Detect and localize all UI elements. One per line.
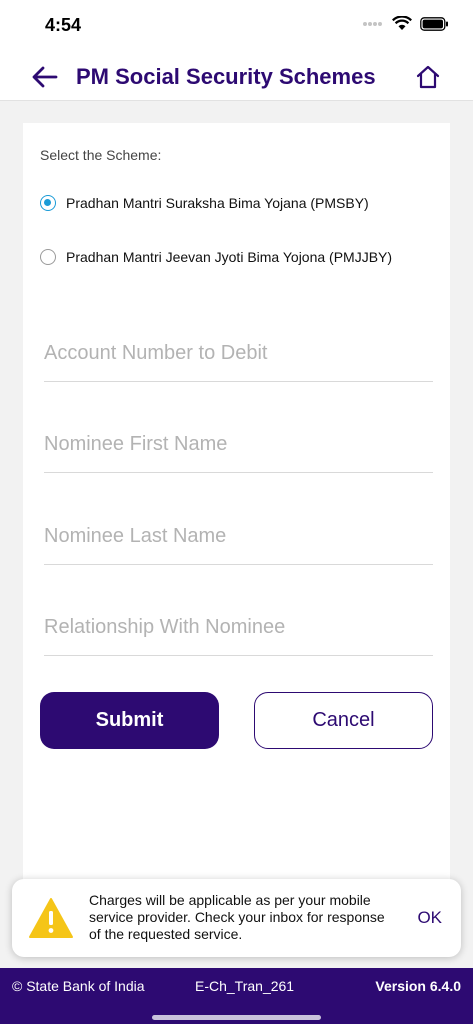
home-icon bbox=[416, 65, 440, 89]
home-indicator bbox=[152, 1015, 321, 1020]
footer-copyright: © State Bank of India bbox=[12, 978, 145, 994]
charges-notice-toast: Charges will be applicable as per your m… bbox=[12, 879, 461, 957]
wifi-icon bbox=[392, 16, 412, 30]
nominee-first-name-input[interactable] bbox=[44, 425, 433, 473]
page-title: PM Social Security Schemes bbox=[76, 64, 376, 89]
footer-screen-code: E-Ch_Tran_261 bbox=[195, 978, 295, 994]
toast-ok-button[interactable]: OK bbox=[417, 908, 442, 928]
account-number-input[interactable] bbox=[44, 334, 433, 382]
submit-button[interactable]: Submit bbox=[40, 692, 219, 749]
scheme-option-pmjjby[interactable]: Pradhan Mantri Jeevan Jyoti Bima Yojona … bbox=[40, 249, 392, 265]
battery-icon bbox=[420, 16, 448, 31]
cellular-signal-icon bbox=[363, 21, 382, 26]
scheme-option-pmsby[interactable]: Pradhan Mantri Suraksha Bima Yojana (PMS… bbox=[40, 195, 369, 211]
back-arrow-icon bbox=[32, 66, 58, 88]
relationship-with-nominee-input[interactable] bbox=[44, 608, 433, 656]
footer-version: Version 6.4.0 bbox=[375, 978, 461, 994]
back-button[interactable] bbox=[30, 62, 60, 92]
status-icons bbox=[362, 16, 449, 31]
toast-message: Charges will be applicable as per your m… bbox=[89, 892, 385, 942]
scheme-option-label: Pradhan Mantri Suraksha Bima Yojana (PMS… bbox=[66, 195, 369, 211]
status-time: 4:54 bbox=[45, 15, 82, 35]
radio-button-selected[interactable] bbox=[40, 195, 56, 211]
status-bar: 4:54 bbox=[0, 0, 473, 52]
nav-bar: PM Social Security Schemes bbox=[0, 52, 473, 101]
select-scheme-label: Select the Scheme: bbox=[40, 147, 162, 163]
warning-icon bbox=[29, 898, 73, 938]
scheme-form-card: Select the Scheme: Pradhan Mantri Suraks… bbox=[23, 123, 450, 893]
cancel-button[interactable]: Cancel bbox=[254, 692, 433, 749]
home-button[interactable] bbox=[413, 62, 443, 92]
scheme-option-label: Pradhan Mantri Jeevan Jyoti Bima Yojona … bbox=[66, 249, 393, 265]
radio-button-unselected[interactable] bbox=[40, 249, 56, 265]
nominee-last-name-input[interactable] bbox=[44, 517, 433, 565]
